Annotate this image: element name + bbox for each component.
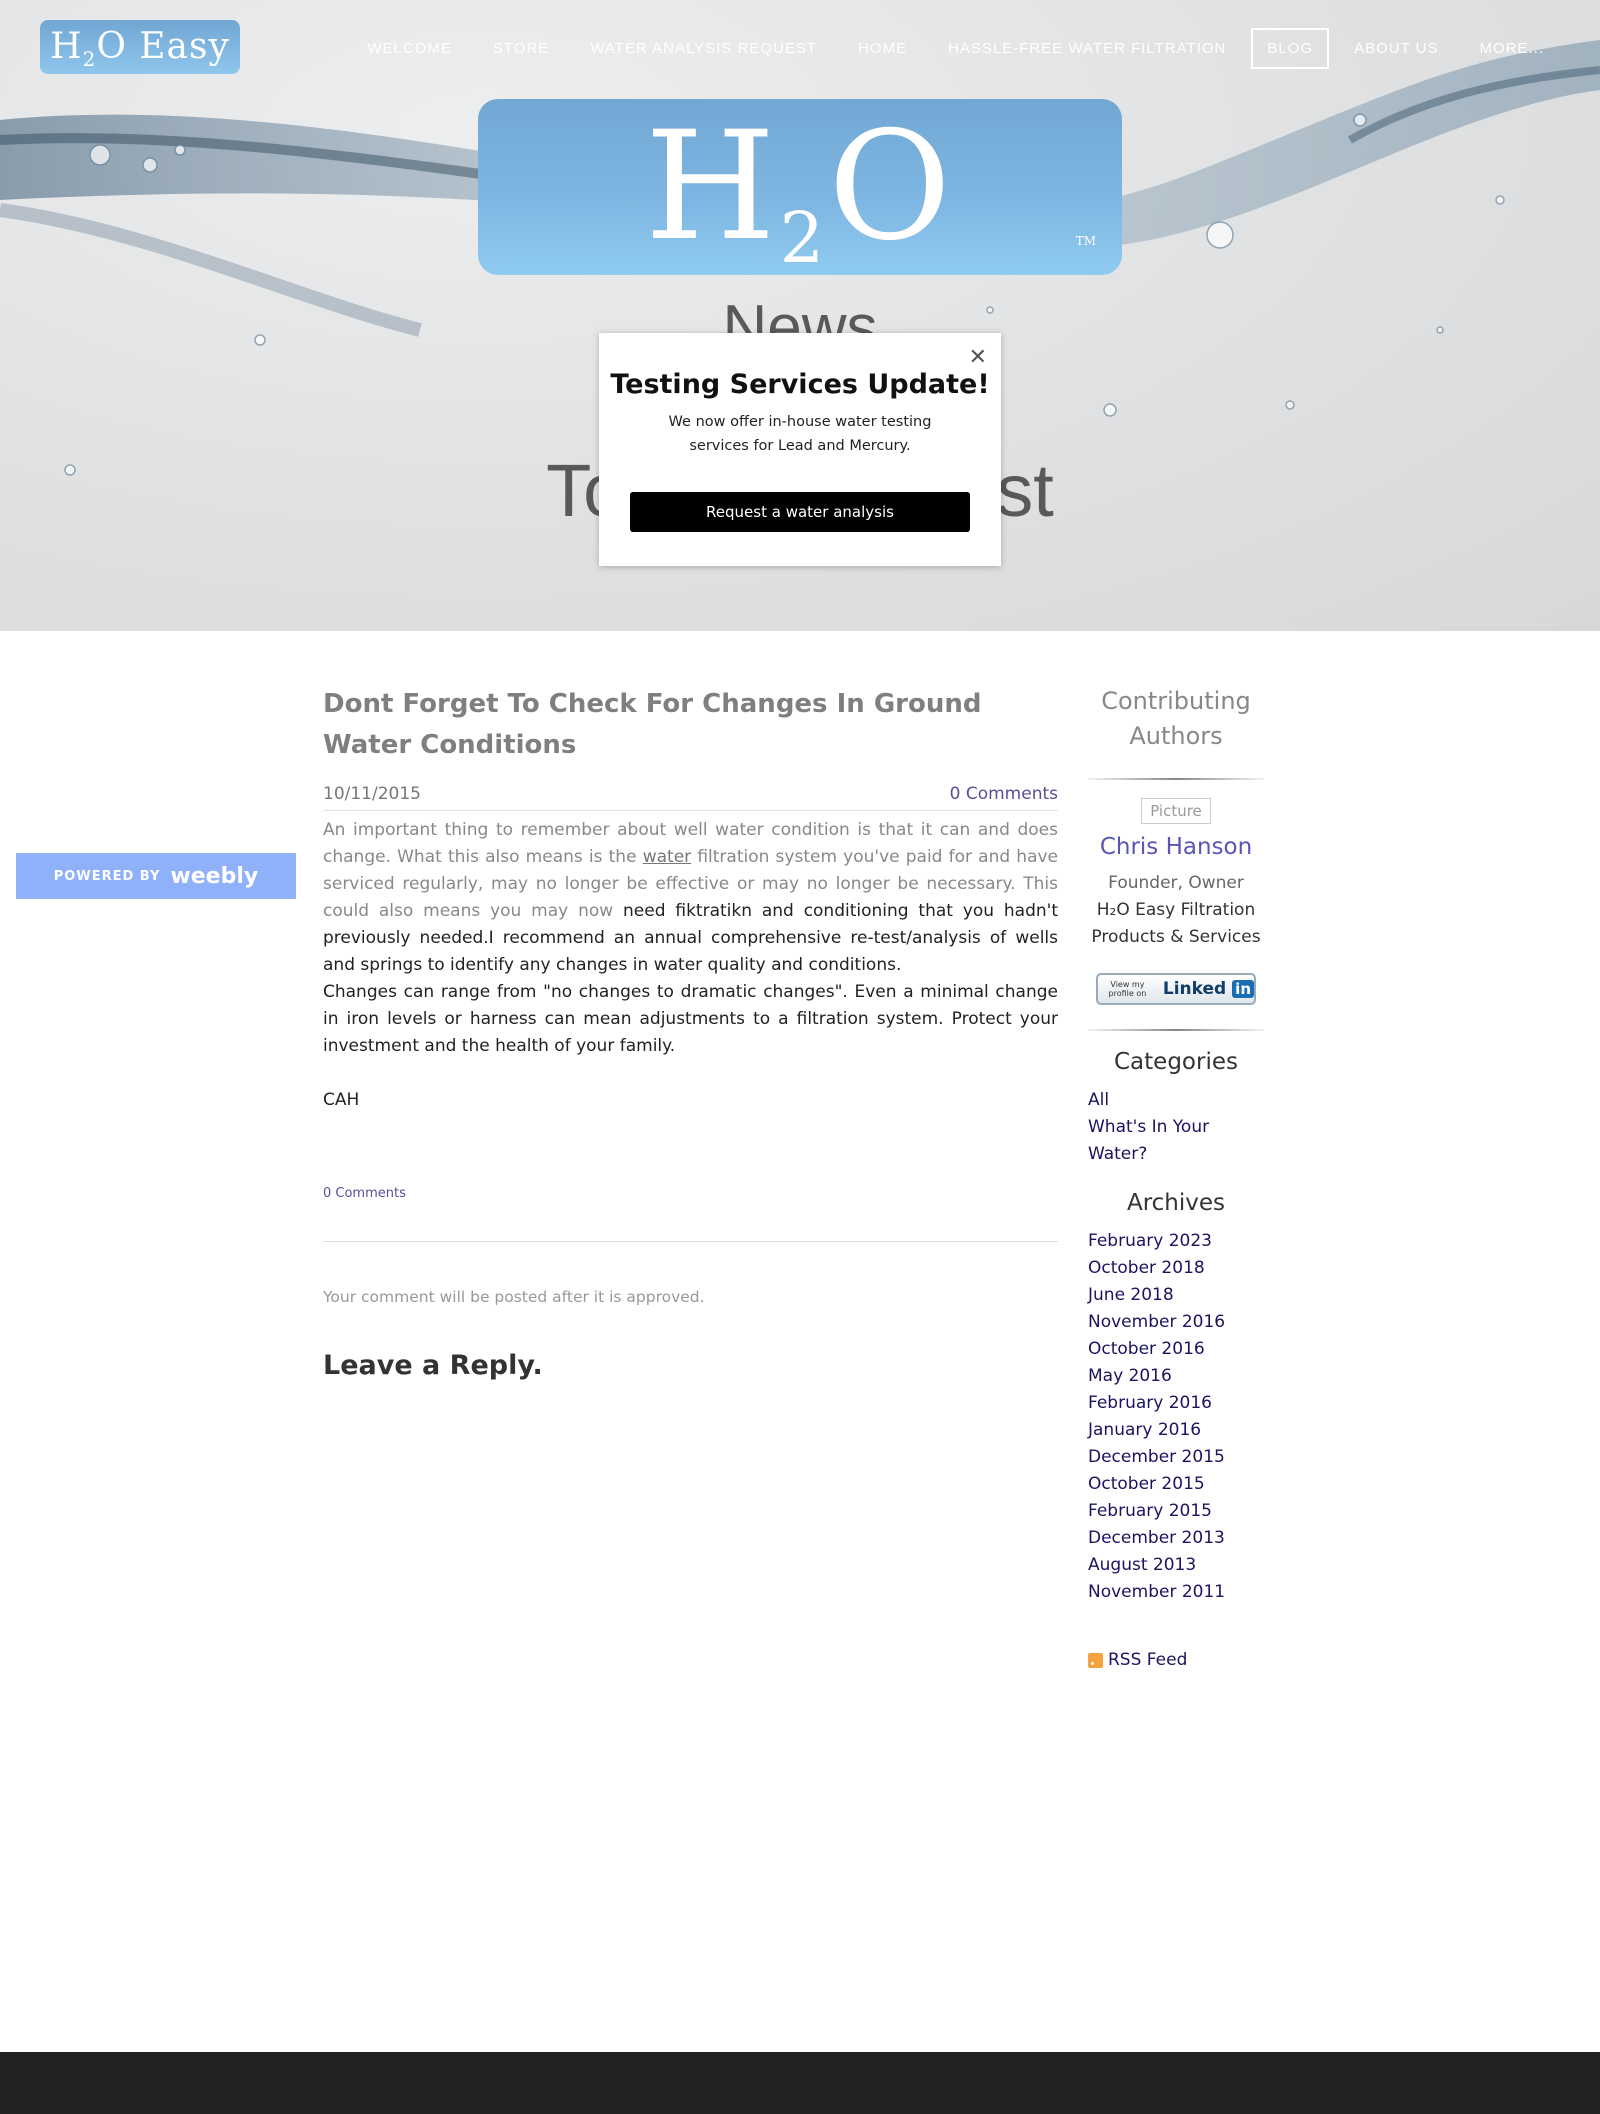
post-signature: CAH	[323, 1090, 360, 1110]
nav-item-store[interactable]: STORE	[477, 28, 565, 69]
popup-body: We now offer in-house water testing serv…	[668, 414, 932, 454]
categories-heading: Categories	[1114, 1049, 1238, 1075]
comment-notice: Your comment will be posted after it is …	[323, 1288, 705, 1306]
hero-logo-text: H	[644, 100, 780, 274]
archive-item[interactable]: October 2015	[1088, 1471, 1264, 1498]
blog-post: Dont Forget To Check For Changes In Grou…	[323, 684, 1058, 1381]
archive-item[interactable]: February 2016	[1088, 1390, 1264, 1417]
linkedin-view-label: View my profile on	[1108, 980, 1147, 998]
sidebar: Contributing Authors Picture Chris Hanso…	[1088, 684, 1264, 1670]
nav-item-water-analysis-request[interactable]: WATER ANALYSIS REQUEST	[574, 28, 833, 69]
site-footer	[0, 2052, 1600, 2114]
hero-subtitle-end: st	[996, 449, 1054, 532]
nav-item-about-us[interactable]: ABOUT US	[1338, 28, 1454, 69]
logo-text: H	[50, 26, 83, 67]
archive-item[interactable]: May 2016	[1088, 1363, 1264, 1390]
category-item[interactable]: All	[1088, 1087, 1264, 1114]
author-role: Founder, Owner	[1108, 873, 1244, 893]
archive-item[interactable]: October 2018	[1088, 1255, 1264, 1282]
author-name: Chris Hanson	[1099, 834, 1253, 860]
rss-label: RSS Feed	[1108, 1650, 1188, 1670]
trademark-mark: TM	[1075, 234, 1096, 248]
nav-item-home[interactable]: HOME	[842, 28, 923, 69]
archive-item[interactable]: December 2015	[1088, 1444, 1264, 1471]
sidebar-divider	[1088, 1029, 1264, 1031]
leave-reply-heading: Leave a Reply.	[323, 1350, 543, 1381]
main-nav: WELCOME STORE WATER ANALYSIS REQUEST HOM…	[342, 28, 1560, 69]
post-title[interactable]: Dont Forget To Check For Changes In Grou…	[323, 684, 1058, 766]
hero-logo: H2O Easy TM	[478, 99, 1122, 501]
contributing-authors-heading: Contributing Authors	[1101, 687, 1251, 750]
nav-item-more[interactable]: MORE...	[1463, 28, 1560, 69]
divider	[323, 1241, 1058, 1242]
promo-popup: ✕ Testing Services Update! We now offer …	[599, 333, 1001, 566]
rss-feed-link[interactable]: RSS Feed	[1088, 1650, 1264, 1670]
weebly-logo: weebly	[170, 863, 259, 889]
post-paragraph-2: Changes can range from "no changes to dr…	[323, 982, 1058, 1056]
weebly-badge[interactable]: POWERED BY weebly	[16, 853, 296, 899]
nav-item-hassle-free-water-filtration[interactable]: HASSLE-FREE WATER FILTRATION	[932, 28, 1242, 69]
linkedin-in-icon: in	[1232, 980, 1254, 998]
author-picture: Picture	[1141, 798, 1211, 824]
archives-heading: Archives	[1126, 1190, 1226, 1216]
category-item[interactable]: What's In Your Water?	[1088, 1114, 1264, 1168]
archive-item[interactable]: January 2016	[1088, 1417, 1264, 1444]
linkedin-profile-button[interactable]: View my profile on Linked in	[1096, 973, 1256, 1005]
comments-link-bottom[interactable]: 0 Comments	[323, 1186, 1058, 1201]
archive-item[interactable]: June 2018	[1088, 1282, 1264, 1309]
hero-logo-subscript: 2	[779, 197, 829, 279]
post-meta: 10/11/2015 0 Comments	[323, 784, 1058, 811]
archives-list: February 2023 October 2018 June 2018 Nov…	[1088, 1228, 1264, 1606]
popup-title: Testing Services Update!	[610, 369, 990, 400]
author-company: H₂O Easy Filtration Products & Services	[1091, 900, 1261, 947]
water-link[interactable]: water	[643, 847, 691, 867]
nav-item-blog[interactable]: BLOG	[1251, 28, 1330, 69]
archive-item[interactable]: February 2023	[1088, 1228, 1264, 1255]
archive-item[interactable]: August 2013	[1088, 1552, 1264, 1579]
nav-item-welcome[interactable]: WELCOME	[351, 28, 468, 69]
archive-item[interactable]: December 2013	[1088, 1525, 1264, 1552]
request-analysis-button[interactable]: Request a water analysis	[630, 492, 970, 532]
comments-link[interactable]: 0 Comments	[950, 784, 1058, 804]
categories-list: All What's In Your Water?	[1088, 1087, 1264, 1168]
archive-item[interactable]: November 2016	[1088, 1309, 1264, 1336]
close-icon[interactable]: ✕	[969, 347, 987, 369]
sidebar-divider	[1088, 778, 1264, 780]
linkedin-logo: Linked	[1162, 979, 1227, 999]
logo-subscript: 2	[82, 47, 97, 72]
rss-icon	[1088, 1652, 1103, 1668]
archive-item[interactable]: November 2011	[1088, 1579, 1264, 1606]
site-logo[interactable]: H2O Easy	[40, 20, 240, 74]
archive-item[interactable]: October 2016	[1088, 1336, 1264, 1363]
post-body: An important thing to remember about wel…	[323, 817, 1058, 1114]
post-date: 10/11/2015	[323, 784, 421, 804]
archive-item[interactable]: February 2015	[1088, 1498, 1264, 1525]
logo-text-rest: O Easy	[96, 26, 230, 67]
powered-by-label: POWERED BY	[53, 868, 161, 884]
